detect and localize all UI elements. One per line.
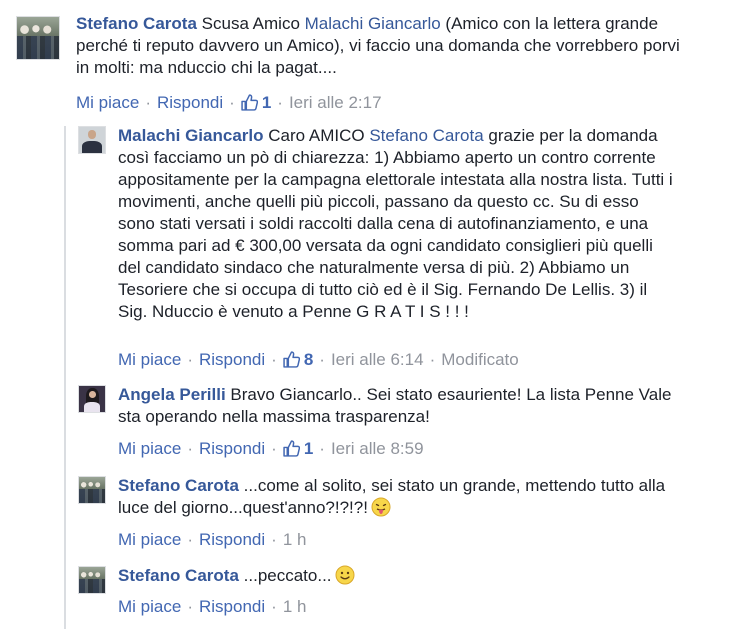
separator: · — [319, 439, 325, 458]
like-count[interactable]: 1 — [283, 439, 313, 458]
comment-actions: Mi piace · Rispondi · 1 h — [118, 596, 306, 618]
comment-author[interactable]: Stefano Carota — [118, 476, 239, 495]
like-button[interactable]: Mi piace — [118, 597, 181, 616]
reply-button[interactable]: Rispondi — [199, 597, 265, 616]
comment-body: appositamente per la campagna elettorale… — [118, 170, 673, 189]
comment-body: (Amico con la lettera grande — [440, 14, 659, 33]
comment-actions: Mi piace · Rispondi · 1 · Ieri alle 8:59 — [118, 438, 424, 460]
like-button[interactable]: Mi piace — [118, 350, 181, 369]
like-count[interactable]: 8 — [283, 350, 313, 369]
comment-actions: Mi piace · Rispondi · 1 h — [118, 529, 306, 551]
separator: · — [271, 439, 277, 458]
timestamp[interactable]: Ieri alle 8:59 — [331, 439, 424, 458]
comment-body: Tesoriere che si occupa di tutto ciò ed … — [118, 280, 648, 299]
timestamp[interactable]: 1 h — [283, 530, 307, 549]
reply-button[interactable]: Rispondi — [199, 350, 265, 369]
separator: · — [187, 530, 193, 549]
comment-text: Stefano Carota ...peccato... — [118, 565, 738, 587]
avatar[interactable] — [78, 126, 106, 154]
like-button[interactable]: Mi piace — [118, 530, 181, 549]
separator: · — [429, 350, 436, 369]
comment-body: ...come al solito, sei stato un grande, … — [238, 476, 666, 495]
edited-label[interactable]: Modificato — [441, 350, 518, 369]
like-count-value: 1 — [303, 439, 314, 458]
thumbs-up-icon — [283, 440, 300, 457]
separator: · — [271, 597, 277, 616]
comment-text: Stefano Carota ...come al solito, sei st… — [118, 475, 738, 519]
separator: · — [319, 350, 325, 369]
separator: · — [277, 93, 283, 112]
avatar[interactable] — [78, 566, 106, 594]
separator: · — [145, 93, 151, 112]
separator: · — [271, 350, 277, 369]
thumbs-up-icon — [283, 351, 300, 368]
comment-body: Scusa Amico — [196, 14, 305, 33]
like-count-value: 1 — [261, 93, 272, 112]
comment-author[interactable]: Angela Perilli — [118, 385, 226, 404]
avatar[interactable] — [16, 16, 60, 60]
separator: · — [187, 597, 193, 616]
comment-body: movimenti, anche quelli più piccoli, pas… — [118, 192, 639, 211]
tongue-out-emoji-icon — [371, 497, 391, 517]
comment-body: luce del giorno...quest'anno?!?!?! — [118, 498, 368, 517]
comment-body: in molti: ma nduccio chi la pagat.... — [76, 58, 337, 77]
like-count-value: 8 — [303, 350, 314, 369]
comment-body: perché ti reputo davvero un Amico), vi f… — [76, 36, 680, 55]
reply-button[interactable]: Rispondi — [199, 439, 265, 458]
comment-author[interactable]: Malachi Giancarlo — [118, 126, 264, 145]
separator: · — [187, 350, 193, 369]
like-count[interactable]: 1 — [241, 93, 271, 112]
comment-body: Caro AMICO — [263, 126, 370, 145]
comment-body: del candidato sindaco che naturalmente v… — [118, 258, 630, 277]
timestamp[interactable]: 1 h — [283, 597, 307, 616]
mention-link[interactable]: Malachi Giancarlo — [305, 14, 441, 33]
comment-actions: Mi piace · Rispondi · 8 · Ieri alle 6:14 · Modif… — [118, 349, 519, 371]
separator: · — [229, 93, 235, 112]
separator: · — [187, 439, 193, 458]
comment-text: Stefano Carota Scusa Amico Malachi Gianc… — [76, 13, 736, 79]
reply-button[interactable]: Rispondi — [157, 93, 223, 112]
timestamp[interactable]: Ieri alle 2:17 — [289, 93, 382, 112]
timestamp[interactable]: Ieri alle 6:14 — [331, 350, 424, 369]
comment-body: Sig. Nduccio è venuto a Penne G R A T I … — [118, 302, 469, 321]
comment-author[interactable]: Stefano Carota — [118, 566, 239, 585]
comment-body: somma pari ad € 300,00 versata da ogni c… — [118, 236, 653, 255]
comment-body: così facciamo un pò di chiarezza: 1) Abb… — [118, 148, 656, 167]
comment-text: Angela Perilli Bravo Giancarlo.. Sei sta… — [118, 384, 738, 428]
comment-actions: Mi piace · Rispondi · 1 · Ieri alle 2:17 — [76, 92, 382, 114]
comment-text: Malachi Giancarlo Caro AMICO Stefano Car… — [118, 125, 738, 323]
smile-emoji-icon — [335, 565, 355, 585]
thumbs-up-icon — [241, 94, 258, 111]
avatar[interactable] — [78, 476, 106, 504]
avatar[interactable] — [78, 385, 106, 413]
like-button[interactable]: Mi piace — [118, 439, 181, 458]
mention-link[interactable]: Stefano Carota — [369, 126, 483, 145]
reply-button[interactable]: Rispondi — [199, 530, 265, 549]
comment-author[interactable]: Stefano Carota — [76, 14, 197, 33]
reply-thread-line — [64, 126, 66, 629]
comment-body: ...peccato... — [238, 566, 332, 585]
like-button[interactable]: Mi piace — [76, 93, 139, 112]
comment-body: Bravo Giancarlo.. Sei stato esauriente! … — [225, 385, 672, 404]
comment-body: sono stati versati i soldi raccolti dall… — [118, 214, 649, 233]
comment-body: sta operando nella massima trasparenza! — [118, 407, 430, 426]
separator: · — [271, 530, 277, 549]
comment-body: grazie per la domanda — [483, 126, 658, 145]
